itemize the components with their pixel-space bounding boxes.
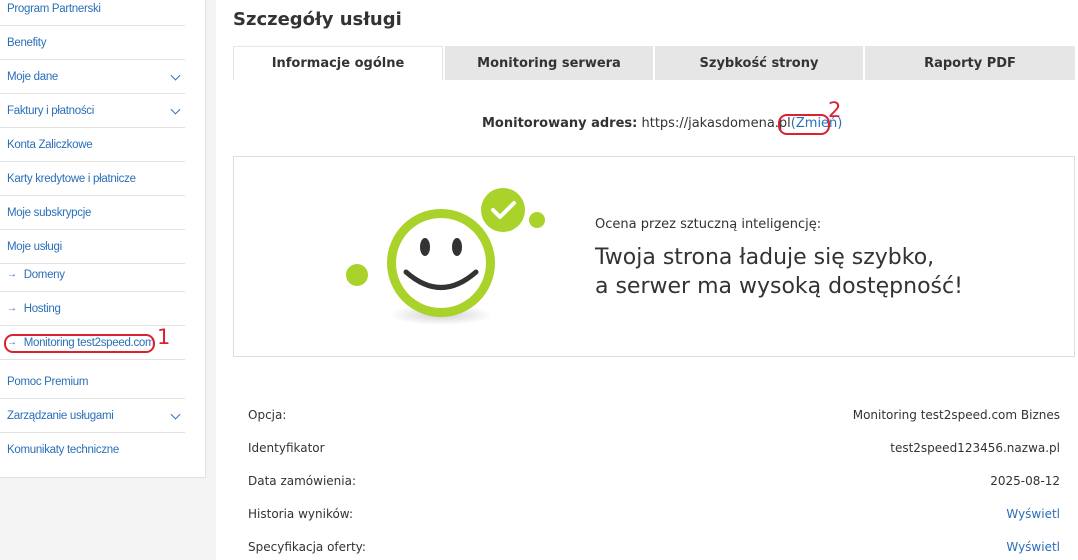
sidebar-item-label: Zarządzanie usługami	[7, 409, 114, 422]
sidebar-item-label: Komunikaty techniczne	[7, 444, 119, 456]
arrow-right-icon: →	[7, 269, 17, 280]
highlight-ring-monitoring	[4, 334, 155, 353]
sidebar-item-label: Moje usługi	[7, 240, 62, 253]
view-offer-spec-link[interactable]: Wyświetl	[1006, 540, 1060, 554]
sidebar-item-label: Domeny	[23, 268, 65, 281]
table-row: Opcja: Monitoring test2speed.com Biznes	[248, 398, 1060, 431]
ai-assessment-label: Ocena przez sztuczną inteligencję:	[595, 217, 822, 232]
tab-label: Raporty PDF	[924, 55, 1016, 71]
sidebar-item-faktury[interactable]: Faktury i płatności	[0, 94, 185, 128]
sidebar-item-label: Moje dane	[7, 70, 59, 83]
address-url: https://jakasdomena.pl	[641, 116, 791, 131]
sidebar-item-label: Moje subskrypcje	[7, 206, 92, 219]
view-history-link[interactable]: Wyświetl	[1006, 507, 1060, 521]
tab-informacje-ogolne[interactable]: Informacje ogólne	[233, 46, 443, 80]
ai-assessment-message: Twoja strona ładuje się szybko, a serwer…	[595, 243, 963, 301]
sidebar-item-label: Pomoc Premium	[7, 375, 89, 388]
detail-label: Specyfikacja oferty:	[248, 539, 366, 554]
sidebar-item-label: Faktury i płatności	[7, 104, 94, 117]
address-label: Monitorowany adres:	[482, 116, 638, 131]
sidebar-item-pomoc-premium[interactable]: Pomoc Premium	[0, 365, 185, 399]
table-row: Identyfikator test2speed123456.nazwa.pl	[248, 431, 1060, 464]
tab-label: Szybkość strony	[699, 55, 819, 71]
tab-monitoring-serwera[interactable]: Monitoring serwera	[445, 46, 653, 80]
detail-value: Monitoring test2speed.com Biznes	[852, 407, 1060, 422]
sidebar-item-label: Konta Zaliczkowe	[7, 138, 93, 151]
detail-label: Historia wyników:	[248, 506, 354, 521]
sidebar-item-zarzadzanie[interactable]: Zarządzanie usługami	[0, 399, 185, 433]
detail-label: Opcja:	[248, 407, 287, 422]
arrow-right-icon: →	[7, 303, 17, 314]
page-title: Szczegóły usługi	[233, 9, 402, 30]
sidebar-item-subskrypcje[interactable]: Moje subskrypcje	[0, 196, 185, 230]
main-content: Szczegóły usługi Informacje ogólne Monit…	[216, 0, 1078, 560]
smiley-check-icon	[346, 188, 545, 325]
sidebar-item-label: Benefity	[7, 36, 47, 49]
sidebar-item-komunikaty[interactable]: Komunikaty techniczne	[0, 433, 185, 467]
sidebar-item-label: Hosting	[23, 302, 61, 315]
annotation-number-2: 2	[828, 98, 842, 122]
sidebar: Program Partnerski Benefity Moje dane Fa…	[0, 0, 206, 478]
detail-value: test2speed123456.nazwa.pl	[890, 440, 1060, 455]
annotation-number-1: 1	[157, 325, 171, 349]
sidebar-item-benefity[interactable]: Benefity	[0, 26, 185, 60]
tab-label: Informacje ogólne	[271, 56, 405, 71]
sidebar-item-hosting[interactable]: → Hosting	[0, 292, 185, 326]
sidebar-item-program-partnerski[interactable]: Program Partnerski	[0, 0, 185, 26]
highlight-ring-change-link	[778, 114, 830, 135]
sidebar-item-karty[interactable]: Karty kredytowe i płatnicze	[0, 162, 185, 196]
sidebar-item-konta-zaliczkowe[interactable]: Konta Zaliczkowe	[0, 128, 185, 162]
detail-label: Identyfikator	[248, 440, 325, 455]
detail-value: 2025-08-12	[990, 473, 1060, 488]
sidebar-item-label: Karty kredytowe i płatnicze	[7, 172, 136, 185]
service-details-table: Opcja: Monitoring test2speed.com Biznes …	[248, 398, 1060, 560]
sidebar-item-label: Program Partnerski	[7, 2, 101, 15]
table-row: Data zamówienia: 2025-08-12	[248, 464, 1060, 497]
ai-message-line-2: a serwer ma wysoką dostępność!	[595, 274, 963, 299]
table-row: Specyfikacja oferty: Wyświetl	[248, 530, 1060, 560]
tab-raporty-pdf[interactable]: Raporty PDF	[865, 46, 1075, 80]
chevron-down-icon	[170, 70, 181, 81]
sidebar-item-domeny[interactable]: → Domeny	[0, 258, 185, 292]
table-row: Historia wyników: Wyświetl	[248, 497, 1060, 530]
ai-assessment-panel: Ocena przez sztuczną inteligencję: Twoja…	[233, 156, 1075, 357]
detail-label: Data zamówienia:	[248, 473, 357, 488]
sidebar-item-moje-dane[interactable]: Moje dane	[0, 60, 185, 94]
ai-message-line-1: Twoja strona ładuje się szybko,	[595, 245, 935, 270]
chevron-down-icon	[170, 409, 181, 420]
tab-label: Monitoring serwera	[477, 55, 621, 71]
tab-szybkosc-strony[interactable]: Szybkość strony	[655, 46, 863, 80]
chevron-down-icon	[170, 104, 181, 115]
